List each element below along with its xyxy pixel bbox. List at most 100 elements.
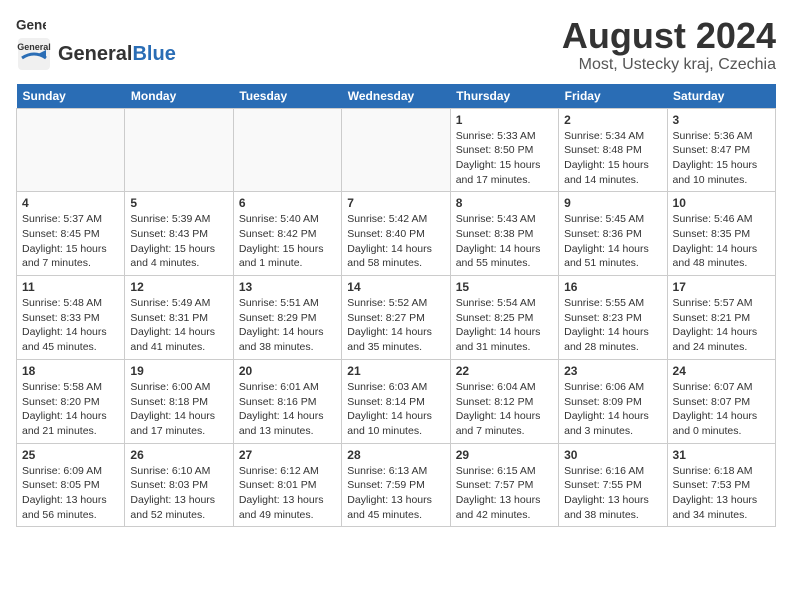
day-info: Sunrise: 6:07 AM Sunset: 8:07 PM Dayligh… (673, 380, 770, 439)
day-number: 15 (456, 280, 553, 294)
day-info: Sunrise: 5:54 AM Sunset: 8:25 PM Dayligh… (456, 296, 553, 355)
logo: General General GeneralBlue (16, 16, 176, 72)
month-year-title: August 2024 (562, 16, 776, 56)
day-info: Sunrise: 6:06 AM Sunset: 8:09 PM Dayligh… (564, 380, 661, 439)
calendar-cell: 2 Sunrise: 5:34 AM Sunset: 8:48 PM Daylig… (559, 108, 667, 192)
calendar-cell: 22Sunrise: 6:04 AM Sunset: 8:12 PM Dayli… (450, 359, 558, 443)
day-number: 2 (564, 113, 661, 127)
calendar-cell: 8Sunrise: 5:43 AM Sunset: 8:38 PM Daylig… (450, 192, 558, 276)
weekday-header-monday: Monday (125, 84, 233, 109)
calendar-cell: 27 Sunrise: 6:12 AM Sunset: 8:01 PM Dayli… (233, 443, 341, 527)
calendar-cell: 23 Sunrise: 6:06 AM Sunset: 8:09 PM Dayli… (559, 359, 667, 443)
day-number: 30 (564, 448, 661, 462)
day-number: 25 (22, 448, 119, 462)
calendar-week-row: 18 Sunrise: 5:58 AM Sunset: 8:20 PM Dayli… (17, 359, 776, 443)
day-info: Sunrise: 6:10 AM Sunset: 8:03 PM Dayligh… (130, 464, 227, 523)
calendar-week-row: 1 Sunrise: 5:33 AM Sunset: 8:50 PM Daylig… (17, 108, 776, 192)
day-number: 23 (564, 364, 661, 378)
calendar-cell: 14 Sunrise: 5:52 AM Sunset: 8:27 PM Dayli… (342, 276, 450, 360)
calendar-cell: 15 Sunrise: 5:54 AM Sunset: 8:25 PM Dayli… (450, 276, 558, 360)
day-info: Sunrise: 5:48 AM Sunset: 8:33 PM Dayligh… (22, 296, 119, 355)
calendar-cell: 28Sunrise: 6:13 AM Sunset: 7:59 PM Dayli… (342, 443, 450, 527)
calendar-cell: 13 Sunrise: 5:51 AM Sunset: 8:29 PM Dayli… (233, 276, 341, 360)
weekday-header-saturday: Saturday (667, 84, 775, 109)
day-info: Sunrise: 6:16 AM Sunset: 7:55 PM Dayligh… (564, 464, 661, 523)
day-number: 22 (456, 364, 553, 378)
calendar-cell: 12 Sunrise: 5:49 AM Sunset: 8:31 PM Dayli… (125, 276, 233, 360)
logo-graphic: General (16, 36, 52, 72)
day-number: 1 (456, 113, 553, 127)
day-number: 18 (22, 364, 119, 378)
calendar-week-row: 11 Sunrise: 5:48 AM Sunset: 8:33 PM Dayli… (17, 276, 776, 360)
day-number: 27 (239, 448, 336, 462)
day-number: 12 (130, 280, 227, 294)
day-info: Sunrise: 5:55 AM Sunset: 8:23 PM Dayligh… (564, 296, 661, 355)
weekday-header-sunday: Sunday (17, 84, 125, 109)
calendar-cell: 6Sunrise: 5:40 AM Sunset: 8:42 PM Daylig… (233, 192, 341, 276)
calendar-cell: 7 Sunrise: 5:42 AM Sunset: 8:40 PM Daylig… (342, 192, 450, 276)
day-info: Sunrise: 5:52 AM Sunset: 8:27 PM Dayligh… (347, 296, 444, 355)
day-number: 5 (130, 196, 227, 210)
calendar-cell: 10 Sunrise: 5:46 AM Sunset: 8:35 PM Dayli… (667, 192, 775, 276)
day-info: Sunrise: 5:36 AM Sunset: 8:47 PM Dayligh… (673, 129, 770, 188)
day-number: 11 (22, 280, 119, 294)
day-number: 14 (347, 280, 444, 294)
day-info: Sunrise: 6:12 AM Sunset: 8:01 PM Dayligh… (239, 464, 336, 523)
logo-general-text: General (58, 43, 132, 65)
title-area: August 2024 Most, Ustecky kraj, Czechia (562, 16, 776, 74)
day-number: 24 (673, 364, 770, 378)
weekday-header-row: SundayMondayTuesdayWednesdayThursdayFrid… (17, 84, 776, 109)
day-number: 8 (456, 196, 553, 210)
day-info: Sunrise: 6:09 AM Sunset: 8:05 PM Dayligh… (22, 464, 119, 523)
calendar-cell: 11 Sunrise: 5:48 AM Sunset: 8:33 PM Dayli… (17, 276, 125, 360)
logo-blue-text: Blue (132, 43, 175, 65)
day-number: 10 (673, 196, 770, 210)
day-info: Sunrise: 5:45 AM Sunset: 8:36 PM Dayligh… (564, 212, 661, 271)
day-number: 21 (347, 364, 444, 378)
day-number: 20 (239, 364, 336, 378)
day-number: 7 (347, 196, 444, 210)
day-info: Sunrise: 6:03 AM Sunset: 8:14 PM Dayligh… (347, 380, 444, 439)
calendar-cell: 1 Sunrise: 5:33 AM Sunset: 8:50 PM Daylig… (450, 108, 558, 192)
calendar-cell: 3 Sunrise: 5:36 AM Sunset: 8:47 PM Daylig… (667, 108, 775, 192)
calendar-cell: 19Sunrise: 6:00 AM Sunset: 8:18 PM Dayli… (125, 359, 233, 443)
location-subtitle: Most, Ustecky kraj, Czechia (562, 56, 776, 74)
day-info: Sunrise: 5:57 AM Sunset: 8:21 PM Dayligh… (673, 296, 770, 355)
calendar-cell: 4Sunrise: 5:37 AM Sunset: 8:45 PM Daylig… (17, 192, 125, 276)
day-number: 28 (347, 448, 444, 462)
day-number: 31 (673, 448, 770, 462)
day-info: Sunrise: 5:37 AM Sunset: 8:45 PM Dayligh… (22, 212, 119, 271)
day-info: Sunrise: 6:18 AM Sunset: 7:53 PM Dayligh… (673, 464, 770, 523)
day-number: 9 (564, 196, 661, 210)
calendar-cell: 29Sunrise: 6:15 AM Sunset: 7:57 PM Dayli… (450, 443, 558, 527)
calendar-cell (233, 108, 341, 192)
header: General General GeneralBlue August 2024 … (16, 16, 776, 74)
calendar-cell (17, 108, 125, 192)
weekday-header-tuesday: Tuesday (233, 84, 341, 109)
day-info: Sunrise: 5:33 AM Sunset: 8:50 PM Dayligh… (456, 129, 553, 188)
calendar-cell: 31 Sunrise: 6:18 AM Sunset: 7:53 PM Dayli… (667, 443, 775, 527)
day-info: Sunrise: 5:51 AM Sunset: 8:29 PM Dayligh… (239, 296, 336, 355)
calendar-week-row: 25 Sunrise: 6:09 AM Sunset: 8:05 PM Dayli… (17, 443, 776, 527)
day-info: Sunrise: 5:46 AM Sunset: 8:35 PM Dayligh… (673, 212, 770, 271)
day-info: Sunrise: 5:42 AM Sunset: 8:40 PM Dayligh… (347, 212, 444, 271)
calendar-cell (342, 108, 450, 192)
day-info: Sunrise: 5:39 AM Sunset: 8:43 PM Dayligh… (130, 212, 227, 271)
day-number: 6 (239, 196, 336, 210)
calendar-cell: 20Sunrise: 6:01 AM Sunset: 8:16 PM Dayli… (233, 359, 341, 443)
day-number: 26 (130, 448, 227, 462)
calendar-cell: 5 Sunrise: 5:39 AM Sunset: 8:43 PM Daylig… (125, 192, 233, 276)
day-number: 3 (673, 113, 770, 127)
weekday-header-wednesday: Wednesday (342, 84, 450, 109)
calendar-cell: 18 Sunrise: 5:58 AM Sunset: 8:20 PM Dayli… (17, 359, 125, 443)
calendar-week-row: 4Sunrise: 5:37 AM Sunset: 8:45 PM Daylig… (17, 192, 776, 276)
day-number: 16 (564, 280, 661, 294)
svg-text:General: General (16, 18, 46, 33)
day-info: Sunrise: 5:58 AM Sunset: 8:20 PM Dayligh… (22, 380, 119, 439)
day-info: Sunrise: 5:34 AM Sunset: 8:48 PM Dayligh… (564, 129, 661, 188)
day-number: 13 (239, 280, 336, 294)
calendar-cell: 9 Sunrise: 5:45 AM Sunset: 8:36 PM Daylig… (559, 192, 667, 276)
calendar-cell: 17Sunrise: 5:57 AM Sunset: 8:21 PM Dayli… (667, 276, 775, 360)
calendar-cell: 16 Sunrise: 5:55 AM Sunset: 8:23 PM Dayli… (559, 276, 667, 360)
day-info: Sunrise: 5:49 AM Sunset: 8:31 PM Dayligh… (130, 296, 227, 355)
